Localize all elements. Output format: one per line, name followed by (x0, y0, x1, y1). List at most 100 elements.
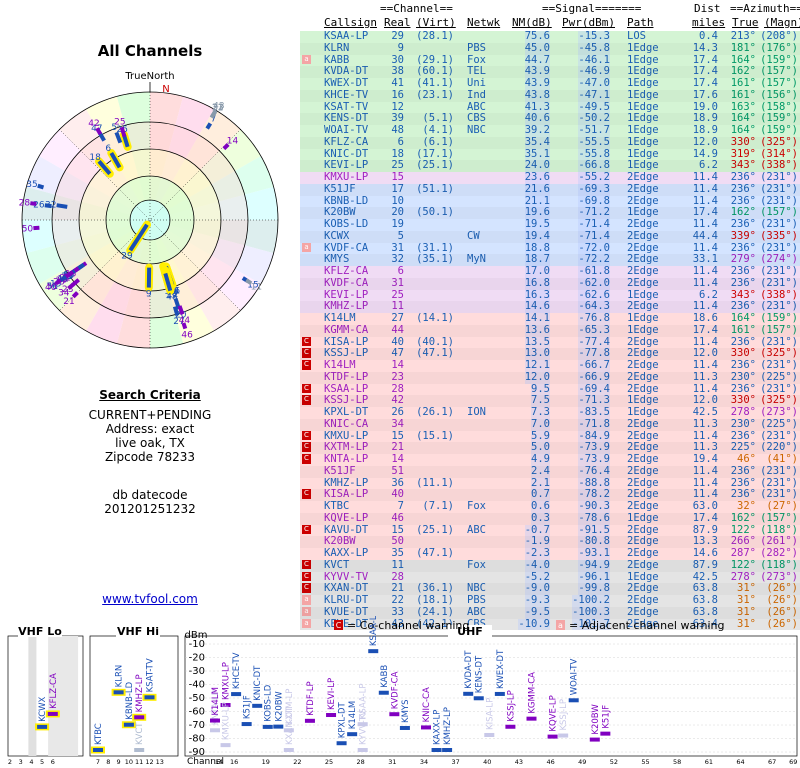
cell-true: 161° (730, 88, 756, 101)
station-bar (368, 649, 379, 654)
cell-virt: (7.1) (422, 500, 454, 512)
cell-magn: (282°) (760, 547, 798, 559)
y-tick-label: -40 (189, 680, 205, 691)
station-bar (442, 748, 453, 752)
table-row: C KYVV-TV 28 -5.2 -96.1 1Edge 42.5 278° (273°) (300, 571, 800, 584)
x-tick-label: 13 (156, 758, 164, 766)
cell-miles: 11.4 (692, 359, 718, 371)
station-label: KMHZ-LP (135, 674, 145, 712)
cell-callsign: KAXX-LP (324, 547, 369, 559)
signal-bar-chart: VHF Lo VHF Hi UHFdBm-10-20-30-40-50-60-70-… (7, 616, 797, 767)
station-bar (357, 748, 368, 752)
station-bar (600, 731, 611, 736)
cell-real: 17 (391, 182, 404, 195)
cell-netwk: ION (467, 406, 486, 418)
cell-miles: 44.4 (692, 229, 718, 242)
cell-true: 230° (730, 370, 756, 383)
col-miles: miles (692, 16, 726, 29)
station-label: KMYS (401, 699, 411, 723)
cell-nm: 0.6 (531, 500, 550, 513)
col-callsign: Callsign (324, 16, 377, 29)
cell-nm: 7.0 (531, 417, 550, 431)
station-bar (526, 716, 537, 721)
table-row: KNIC-DT 18 (17.1) 35.1 -55.8 1Edge 14.9 319° (31… (300, 148, 800, 161)
cell-real: 6 (397, 135, 404, 148)
cell-magn: (231°) (760, 276, 798, 289)
cell-miles: 17.4 (692, 77, 718, 89)
station-bar (505, 724, 516, 729)
cell-real: 19 (391, 218, 404, 230)
radar-station-mark (37, 183, 45, 190)
cell-netwk: PBS (467, 594, 486, 606)
y-tick-label: -60 (189, 707, 205, 718)
cell-nm: 14.1 (524, 312, 550, 325)
x-tick-label: 19 (262, 758, 270, 766)
table-row: C KISA-LP 40 (40.1) 13.5 -77.4 2Edge 11.4 236° (2… (300, 336, 800, 349)
magnetic-north-label: N (162, 84, 169, 95)
station-label: K14LM (348, 701, 358, 729)
table-row: C KAVU-DT 15 (25.1) ABC -0.7 -91.5 2Edge 87.9 122… (300, 523, 800, 537)
radar-channel-label: 35 (26, 180, 37, 190)
table-row: K20BW 50 -1.9 -80.8 2Edge 13.3 266° (261°) (300, 535, 800, 548)
cell-pwr: -66.9 (578, 370, 610, 384)
cell-real: 46 (391, 511, 404, 524)
table-row: KVDA-DT 38 (60.1) TEL 43.9 -46.9 1Edge 17.4 162°… (300, 65, 800, 78)
table-row: KNIC-CA 34 7.0 -71.8 2Edge 11.3 230° (225°) (300, 417, 800, 431)
cell-nm: 45.0 (524, 41, 550, 55)
cell-miles: 11.4 (692, 171, 718, 183)
col-magn: (Magn) (764, 16, 800, 29)
col-real: Real (384, 16, 411, 29)
cell-netwk: MyN (467, 253, 486, 266)
cell-pwr: -45.8 (578, 41, 610, 55)
cell-callsign: KTDF-LP (324, 370, 369, 383)
group-header-azimuth: ==Azimuth== (730, 2, 800, 15)
cell-true: 162° (730, 511, 756, 524)
station-bar (252, 703, 263, 708)
cell-miles: 11.4 (692, 182, 718, 195)
cell-real: 16 (391, 88, 404, 101)
cell-true: 287° (730, 547, 756, 559)
table-row: C KMXU-LP 15 (15.1) 5.9 -84.9 2Edge 11.4 236° (23… (300, 430, 800, 443)
cell-netwk: CW (467, 229, 480, 242)
criteria-line: live oak, TX (115, 436, 185, 450)
station-label: KCWX (38, 696, 48, 721)
cell-path: 2Edge (627, 182, 659, 195)
cell-magn: (335°) (760, 229, 798, 242)
radar-channel-label: 29 (121, 251, 133, 261)
cell-callsign: KFLZ-CA (324, 135, 369, 148)
cell-magn: (157°) (760, 323, 798, 336)
cell-path: 1Edge (627, 323, 659, 336)
station-bar (37, 724, 48, 729)
cell-real: 23 (391, 370, 404, 383)
adjacent-channel-warning-icon: a (302, 242, 311, 252)
cell-netwk: Fox (467, 558, 486, 571)
table-row: KFLZ-CA 6 17.0 -61.8 2Edge 11.4 236° (231°) (300, 265, 800, 278)
cell-virt: (25.1) (416, 523, 454, 536)
table-row: KENS-DT 39 (5.1) CBS 40.6 -50.2 1Edge 18.9 164°(… (300, 112, 800, 125)
x-tick-label: 64 (736, 758, 744, 766)
station-label: KFLZ-CA (49, 673, 59, 709)
cell-pwr: -61.8 (578, 265, 610, 278)
cell-real: 11 (391, 558, 404, 571)
station-bar (283, 748, 294, 752)
cell-nm: 21.6 (524, 182, 550, 196)
cell-path: 1Edge (627, 124, 659, 136)
cell-callsign: KVDF-CA (324, 276, 369, 289)
station-label: KABB (380, 665, 390, 688)
site-link[interactable]: www.tvfool.com (0, 592, 300, 606)
cell-magn: (225°) (760, 417, 798, 430)
cell-path: 1Edge (627, 135, 659, 148)
station-label: KTDF-LP (306, 681, 316, 715)
co-channel-warning-icon: C (302, 454, 311, 464)
radar-station-mark (181, 322, 188, 330)
cell-nm: 43.8 (524, 88, 550, 102)
cell-real: 41 (391, 77, 404, 89)
cell-true: 236° (730, 359, 756, 371)
cell-pwr: -100.2 (572, 594, 610, 607)
cell-true: 278° (730, 406, 756, 418)
cell-callsign: KCWX (324, 229, 350, 242)
cell-netwk: ABC (467, 523, 486, 536)
station-bar (568, 698, 579, 703)
criteria-line: CURRENT+PENDING (88, 408, 212, 422)
cell-nm: 17.0 (524, 265, 550, 278)
